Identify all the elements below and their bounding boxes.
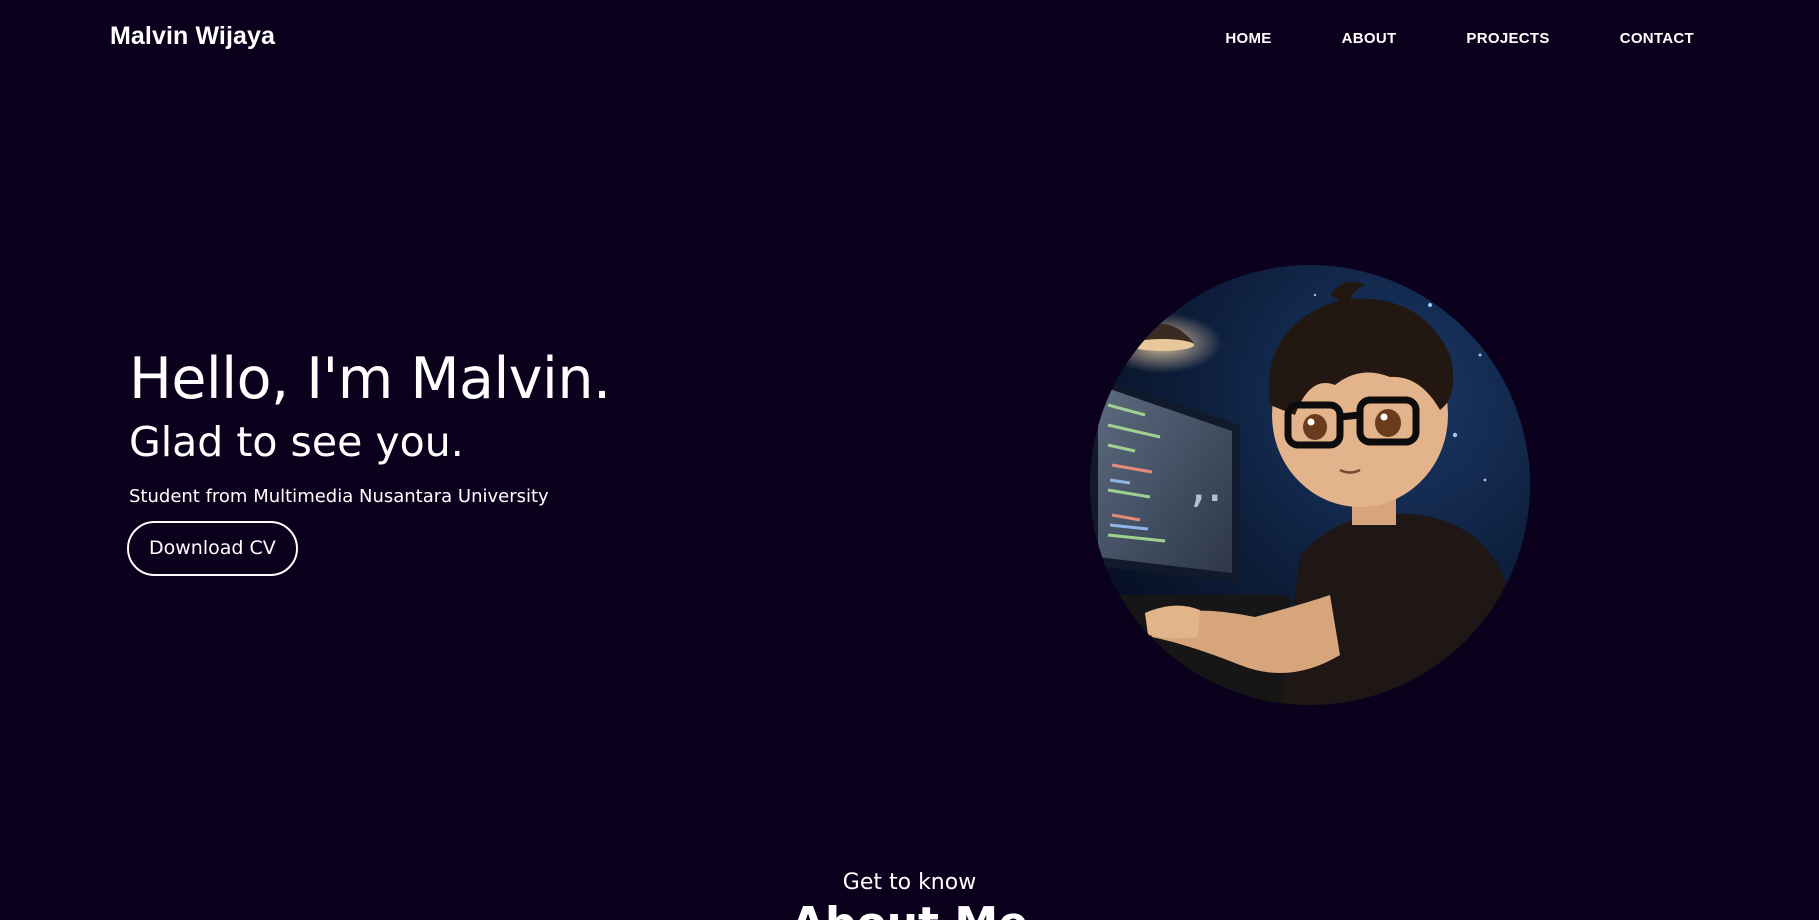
brand-logo[interactable]: Malvin Wijaya (110, 22, 275, 51)
navbar: Malvin Wijaya HOME ABOUT PROJECTS CONTAC… (0, 0, 1819, 80)
nav-link-projects[interactable]: PROJECTS (1466, 30, 1549, 47)
hero-subtitle: Glad to see you. (129, 418, 464, 466)
download-cv-button[interactable]: Download CV (127, 521, 298, 576)
nav-link-about[interactable]: ABOUT (1342, 30, 1397, 47)
hero-section: Hello, I'm Malvin. Glad to see you. Stud… (127, 343, 611, 576)
hero-greeting: Hello, I'm Malvin. (129, 346, 611, 412)
nav-item-about: ABOUT (1342, 28, 1397, 47)
avatar-illustration: ,. (1090, 265, 1530, 705)
nav-link-contact[interactable]: CONTACT (1620, 30, 1694, 47)
nav-link-home[interactable]: HOME (1225, 30, 1271, 47)
about-pre-title: Get to know (842, 870, 977, 895)
nav-item-contact: CONTACT (1620, 28, 1694, 47)
nav-item-projects: PROJECTS (1466, 28, 1549, 47)
profile-avatar: ,. (1090, 265, 1530, 705)
hero-description: Student from Multimedia Nusantara Univer… (129, 486, 549, 507)
nav-links: HOME ABOUT PROJECTS CONTACT (1225, 28, 1694, 47)
nav-item-home: HOME (1225, 28, 1271, 47)
about-title: About Me (0, 898, 1819, 920)
svg-text:,.: ,. (1190, 454, 1223, 514)
page: Malvin Wijaya HOME ABOUT PROJECTS CONTAC… (0, 0, 1819, 920)
